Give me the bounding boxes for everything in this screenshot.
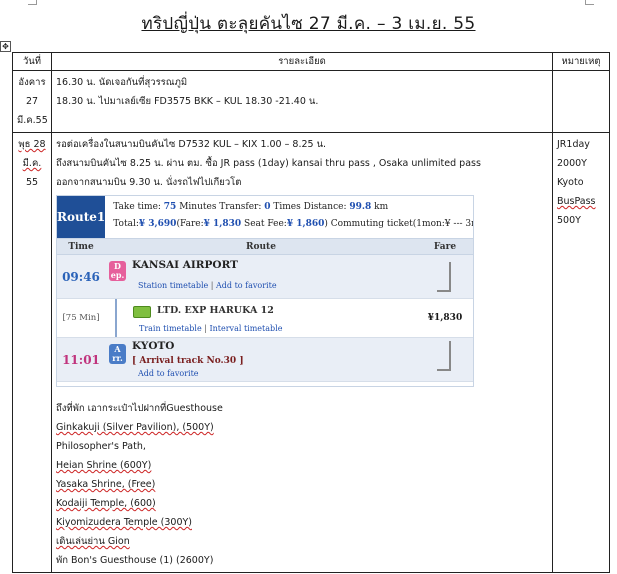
train-timetable-link[interactable]: Train timetable bbox=[139, 324, 202, 333]
detail-line: 18.30 น. ไปมาเลย์เซีย FD3575 BKK – KUL 1… bbox=[56, 96, 319, 107]
note-line: 2000Y bbox=[557, 158, 587, 169]
route-badge: Route1 bbox=[57, 196, 106, 238]
train-row: [75 Min] LTD. EXP HARUKA 12 Train timeta… bbox=[57, 299, 473, 338]
departure-links: Station timetable | Add to favorite bbox=[138, 281, 277, 290]
arrival-icon: A rr. bbox=[109, 344, 126, 364]
arrival-track: [ Arrival track No.30 ] bbox=[132, 356, 244, 366]
departure-time: 09:46 bbox=[62, 269, 100, 284]
detail-line: Kiyomizudera Temple (300Y) bbox=[56, 517, 192, 528]
header-notes: หมายเหตุ bbox=[552, 52, 610, 71]
route-info: Take time: 75 Minutes Transfer: 0 Times … bbox=[105, 196, 474, 238]
col-route: Route bbox=[246, 241, 276, 252]
detail-line: Kodaiji Temple, (600) bbox=[56, 498, 156, 509]
table-move-handle-icon[interactable]: ✥ bbox=[0, 41, 11, 52]
route-summary: Route1 Take time: 75 Minutes Transfer: 0… bbox=[57, 196, 473, 239]
add-favorite-link[interactable]: Add to favorite bbox=[216, 281, 277, 290]
table-header-row: วันที่ รายละเอียด หมายเหตุ bbox=[12, 52, 610, 71]
day-month: มี.ค.55 bbox=[17, 115, 48, 126]
header-day: วันที่ bbox=[12, 52, 52, 71]
detail-line: ออกจากสนามบิน 9.30 น. นั่งรถไฟไปเกียวโต bbox=[56, 177, 242, 188]
arrival-station: KYOTO bbox=[132, 340, 175, 352]
day-cell[interactable]: พุธ 28 มี.ค. 55 bbox=[12, 132, 52, 573]
arrival-time: 11:01 bbox=[62, 352, 100, 367]
detail-line: รอต่อเครื่องในสนามบินคันไซ D7532 KUL – K… bbox=[56, 139, 327, 150]
departure-row: 09:46 D ep. KANSAI AIRPORT Station timet… bbox=[57, 255, 473, 299]
details-cell[interactable]: รอต่อเครื่องในสนามบินคันไซ D7532 KUL – K… bbox=[51, 132, 553, 573]
note-line: Kyoto bbox=[557, 177, 584, 188]
day-month: มี.ค. bbox=[22, 158, 42, 169]
detail-line: ถึงสนามบินคันไซ 8.25 น. ผ่าน ตม. ซื้อ JR… bbox=[56, 158, 481, 169]
detail-line: Ginkakuji (Silver Pavilion), (500Y) bbox=[56, 422, 214, 433]
col-time: Time bbox=[68, 241, 94, 252]
day-date: 27 bbox=[25, 96, 39, 107]
route-info-line1: Take time: 75 Minutes Transfer: 0 Times … bbox=[113, 202, 389, 212]
arrival-favorite-link[interactable]: Add to favorite bbox=[138, 369, 199, 378]
day-weekday: อังคาร bbox=[18, 77, 46, 88]
table-row: อังคาร 27 มี.ค.55 16.30 น. นัดเจอกันที่ส… bbox=[12, 70, 610, 133]
notes-cell[interactable]: JR1day 2000Y Kyoto BusPass 500Y bbox=[552, 132, 610, 573]
train-links: Train timetable | Interval timetable bbox=[139, 324, 283, 333]
page-corner-mark-left bbox=[28, 0, 37, 5]
departure-station: KANSAI AIRPORT bbox=[132, 259, 238, 271]
train-name: LTD. EXP HARUKA 12 bbox=[157, 305, 274, 316]
note-line: 500Y bbox=[557, 215, 581, 226]
col-fare: Fare bbox=[433, 241, 457, 252]
route-line bbox=[115, 299, 117, 337]
details-cell[interactable]: 16.30 น. นัดเจอกันที่สุวรรณภูมิ 18.30 น.… bbox=[51, 70, 553, 133]
route-card-image: Route1 Take time: 75 Minutes Transfer: 0… bbox=[56, 195, 474, 387]
detail-line: ถึงที่พัก เอากระเป๋าไปฝากที่Guesthouse bbox=[56, 403, 223, 414]
day-weekday: พุธ 28 bbox=[18, 139, 46, 150]
day-year: 55 bbox=[25, 177, 39, 188]
day-cell[interactable]: อังคาร 27 มี.ค.55 bbox=[12, 70, 52, 133]
detail-line: 16.30 น. นัดเจอกันที่สุวรรณภูมิ bbox=[56, 77, 188, 88]
note-line: JR1day bbox=[557, 139, 590, 150]
train-fare: ¥1,830 bbox=[427, 313, 463, 323]
header-details: รายละเอียด bbox=[51, 52, 553, 71]
route-info-line2: Total:¥ 3,690(Fare:¥ 1,830 Seat Fee:¥ 1,… bbox=[113, 219, 474, 229]
interval-timetable-link[interactable]: Interval timetable bbox=[209, 324, 282, 333]
detail-line: Heian Shrine (600Y) bbox=[56, 460, 152, 471]
document-title: ทริปญี่ปุ่น ตะลุยคันไซ 27 มี.ค. – 3 เม.ย… bbox=[141, 14, 476, 34]
route-column-headers: Time Route Fare bbox=[57, 239, 473, 255]
notes-cell[interactable] bbox=[552, 70, 610, 133]
detail-line: เดินเล่นย่าน Gion bbox=[56, 536, 130, 547]
train-icon bbox=[133, 306, 151, 318]
detail-line: Yasaka Shrine, (Free) bbox=[56, 479, 156, 490]
departure-icon: D ep. bbox=[109, 261, 126, 281]
station-timetable-link[interactable]: Station timetable bbox=[138, 281, 208, 290]
page-corner-mark-right bbox=[585, 0, 594, 5]
fare-bracket-top bbox=[437, 262, 451, 292]
fare-bracket-bottom bbox=[437, 341, 451, 371]
table-row: พุธ 28 มี.ค. 55 รอต่อเครื่องในสนามบินคัน… bbox=[12, 132, 610, 573]
arrival-row: 11:01 A rr. KYOTO [ Arrival track No.30 … bbox=[57, 338, 473, 382]
detail-line: พัก Bon's Guesthouse (1) (2600Y) bbox=[56, 555, 214, 566]
itinerary-table: วันที่ รายละเอียด หมายเหตุ อังคาร 27 มี.… bbox=[12, 52, 610, 573]
train-duration: [75 Min] bbox=[62, 313, 100, 323]
detail-line: Philosopher's Path, bbox=[56, 441, 146, 452]
note-line: BusPass bbox=[557, 196, 596, 207]
